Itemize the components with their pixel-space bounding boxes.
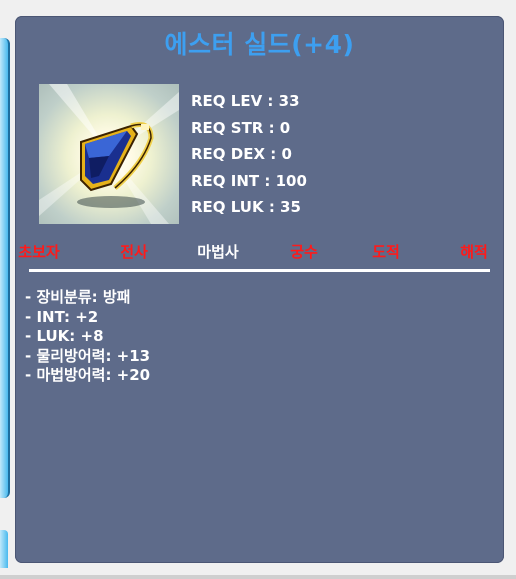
job-list: 초보자 전사 마법사 궁수 도적 해적 [15, 241, 504, 263]
item-name: 에스터 실드(+4) [164, 30, 355, 59]
shield-icon [39, 84, 179, 224]
job-bowman: 궁수 [290, 243, 318, 261]
item-icon-frame [39, 84, 179, 224]
item-tooltip: 에스터 실드(+4) REQ LEV : 33 REQ STR : 0 REQ [15, 16, 504, 563]
requirements-list: REQ LEV : 33 REQ STR : 0 REQ DEX : 0 REQ… [191, 88, 307, 221]
background-window-edge [0, 38, 10, 498]
req-dex: REQ DEX : 0 [191, 145, 292, 163]
job-warrior: 전사 [120, 243, 148, 261]
job-pirate: 해적 [460, 243, 488, 261]
req-level: REQ LEV : 33 [191, 92, 300, 110]
item-stats: - 장비분류: 방패 - INT: +2 - LUK: +8 - 물리방어력: … [25, 288, 150, 386]
job-beginner: 초보자 [18, 243, 60, 261]
req-luk: REQ LUK : 35 [191, 198, 301, 216]
bottom-border [0, 575, 516, 579]
stat-magic-defense: - 마법방어력: +20 [25, 366, 151, 384]
background-window-edge-bottom [0, 530, 8, 568]
stat-luk: - LUK: +8 [25, 327, 104, 345]
job-magician: 마법사 [197, 243, 239, 261]
stat-int: - INT: +2 [25, 307, 99, 326]
req-int: REQ INT : 100 [191, 171, 307, 190]
req-str: REQ STR : 0 [191, 118, 291, 137]
section-divider [29, 269, 490, 272]
stat-category: - 장비분류: 방패 [25, 288, 131, 306]
stat-physical-defense: - 물리방어력: +13 [25, 346, 151, 365]
job-thief: 도적 [372, 243, 400, 261]
